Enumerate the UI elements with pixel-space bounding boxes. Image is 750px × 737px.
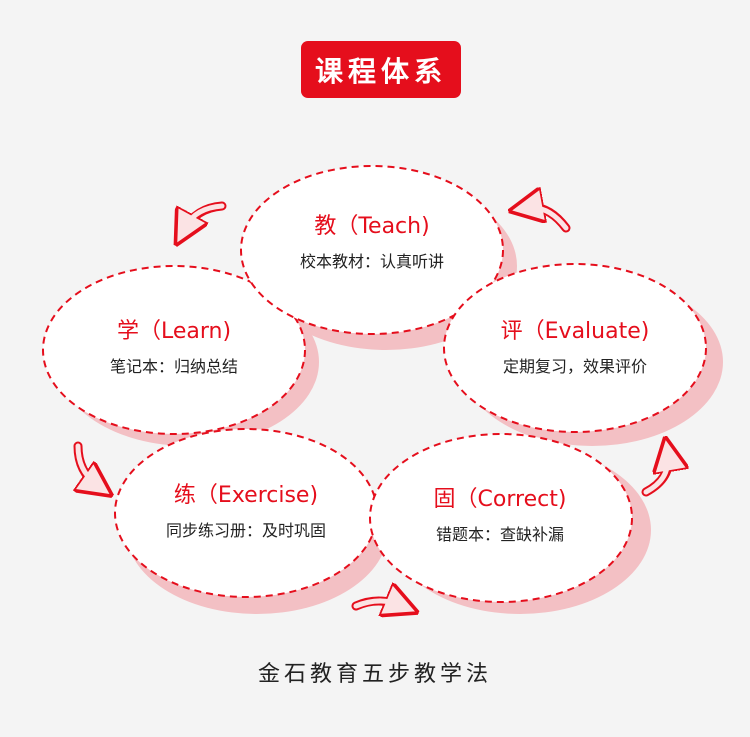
node-evaluate-name: 评（Evaluate)	[500, 319, 650, 344]
node-learn: 学（Learn) 笔记本：归纳总结	[74, 319, 274, 377]
node-evaluate: 评（Evaluate) 定期复习，效果评价	[465, 319, 685, 377]
node-teach-name: 教（Teach)	[314, 214, 430, 239]
footer-caption: 金石教育五步教学法	[257, 662, 492, 687]
node-correct-desc: 错题本：查缺补漏	[435, 525, 564, 544]
node-evaluate-desc: 定期复习，效果评价	[502, 357, 647, 376]
node-teach: 教（Teach) 校本教材：认真听讲	[272, 214, 472, 272]
node-exercise-name: 练（Exercise)	[173, 483, 319, 508]
node-correct: 固（Correct) 错题本：查缺补漏	[400, 487, 600, 545]
node-exercise: 练（Exercise) 同步练习册：及时巩固	[136, 483, 356, 541]
node-learn-desc: 笔记本：归纳总结	[109, 357, 238, 376]
node-learn-name: 学（Learn)	[116, 319, 232, 344]
node-correct-name: 固（Correct)	[433, 487, 567, 512]
node-exercise-desc: 同步练习册：及时巩固	[165, 521, 326, 540]
node-teach-desc: 校本教材：认真听讲	[299, 252, 444, 271]
